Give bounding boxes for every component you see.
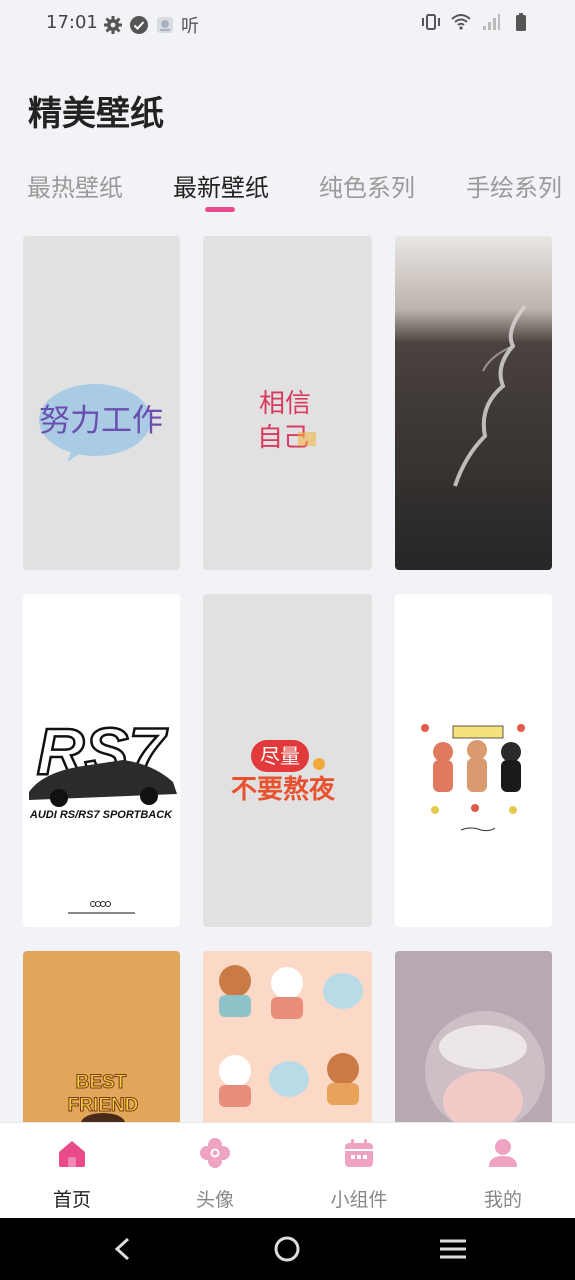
back-icon[interactable]	[110, 1236, 136, 1262]
check-circle-icon	[130, 16, 148, 34]
nav-widgets[interactable]: 小组件	[309, 1123, 409, 1219]
home-icon	[59, 1141, 85, 1167]
wallpaper-card[interactable]: 相信 自己	[203, 236, 372, 570]
avatar-flower-icon	[200, 1138, 230, 1168]
wallpaper-thumbnail: 相信 自己	[257, 389, 316, 453]
wallpaper-text-bottom: 不要熬夜	[231, 774, 336, 805]
settings-icon	[104, 16, 122, 34]
nav-label: 首页	[52, 1189, 91, 1211]
vibrate-icon	[422, 14, 440, 30]
tab-hot-wallpapers[interactable]: 最热壁纸	[27, 168, 123, 203]
nav-profile[interactable]: 我的	[453, 1123, 553, 1219]
status-listen-text: 听	[181, 16, 199, 37]
active-tab-indicator	[205, 207, 235, 212]
wallpaper-thumbnail: 努力工作	[39, 384, 163, 462]
battery-icon	[516, 13, 526, 31]
tab-new-wallpapers[interactable]: 最新壁纸	[173, 168, 269, 203]
page-title: 精美壁纸	[28, 94, 164, 134]
profile-icon	[489, 1139, 517, 1167]
nav-label: 头像	[195, 1189, 234, 1211]
home-circle-icon[interactable]	[273, 1235, 301, 1263]
status-bar: 17:01 听	[0, 0, 575, 48]
calendar-widget-icon	[345, 1139, 373, 1167]
recents-menu-icon[interactable]	[438, 1236, 468, 1262]
wifi-icon	[451, 14, 471, 30]
status-time: 17:01	[46, 12, 98, 33]
bottom-navigation: 首页 头像 小组件 我的	[0, 1122, 575, 1218]
bears-wallpaper-thumbnail	[421, 724, 525, 832]
category-tabs: 最热壁纸 最新壁纸 纯色系列 手绘系列	[0, 168, 575, 218]
system-navigation-bar	[0, 1218, 575, 1280]
nav-avatar[interactable]: 头像	[165, 1123, 265, 1219]
notification-app-icon	[157, 17, 173, 33]
nav-label: 小组件	[330, 1189, 388, 1211]
car-wallpaper-thumbnail: RS7 AUDI RS/RS7 SPORTBACK	[29, 713, 177, 914]
wallpaper-card[interactable]: 努力工作	[23, 236, 180, 570]
wallpaper-card[interactable]: RS7 AUDI RS/RS7 SPORTBACK	[23, 594, 180, 927]
wallpaper-text-line2: FRIEND	[68, 1095, 139, 1116]
tab-hand-drawn[interactable]: 手绘系列	[466, 168, 562, 203]
wallpaper-subtitle: AUDI RS/RS7 SPORTBACK	[29, 809, 173, 821]
wallpaper-text: 努力工作	[39, 403, 163, 439]
tab-solid-color[interactable]: 纯色系列	[319, 168, 415, 203]
signal-icon	[483, 14, 500, 30]
nav-home[interactable]: 首页	[22, 1123, 122, 1219]
wallpaper-card[interactable]	[395, 594, 552, 927]
landscape-wallpaper-thumbnail	[395, 236, 552, 570]
wallpaper-card[interactable]: 尽量 不要熬夜	[203, 594, 372, 927]
wallpaper-text-line1: 相信	[259, 389, 311, 419]
wallpaper-thumbnail: 尽量 不要熬夜	[231, 740, 336, 805]
nav-label: 我的	[483, 1189, 522, 1211]
wallpaper-card[interactable]	[395, 236, 552, 570]
wallpaper-text-line1: BEST	[76, 1072, 127, 1093]
wallpaper-text-top: 尽量	[260, 744, 300, 768]
